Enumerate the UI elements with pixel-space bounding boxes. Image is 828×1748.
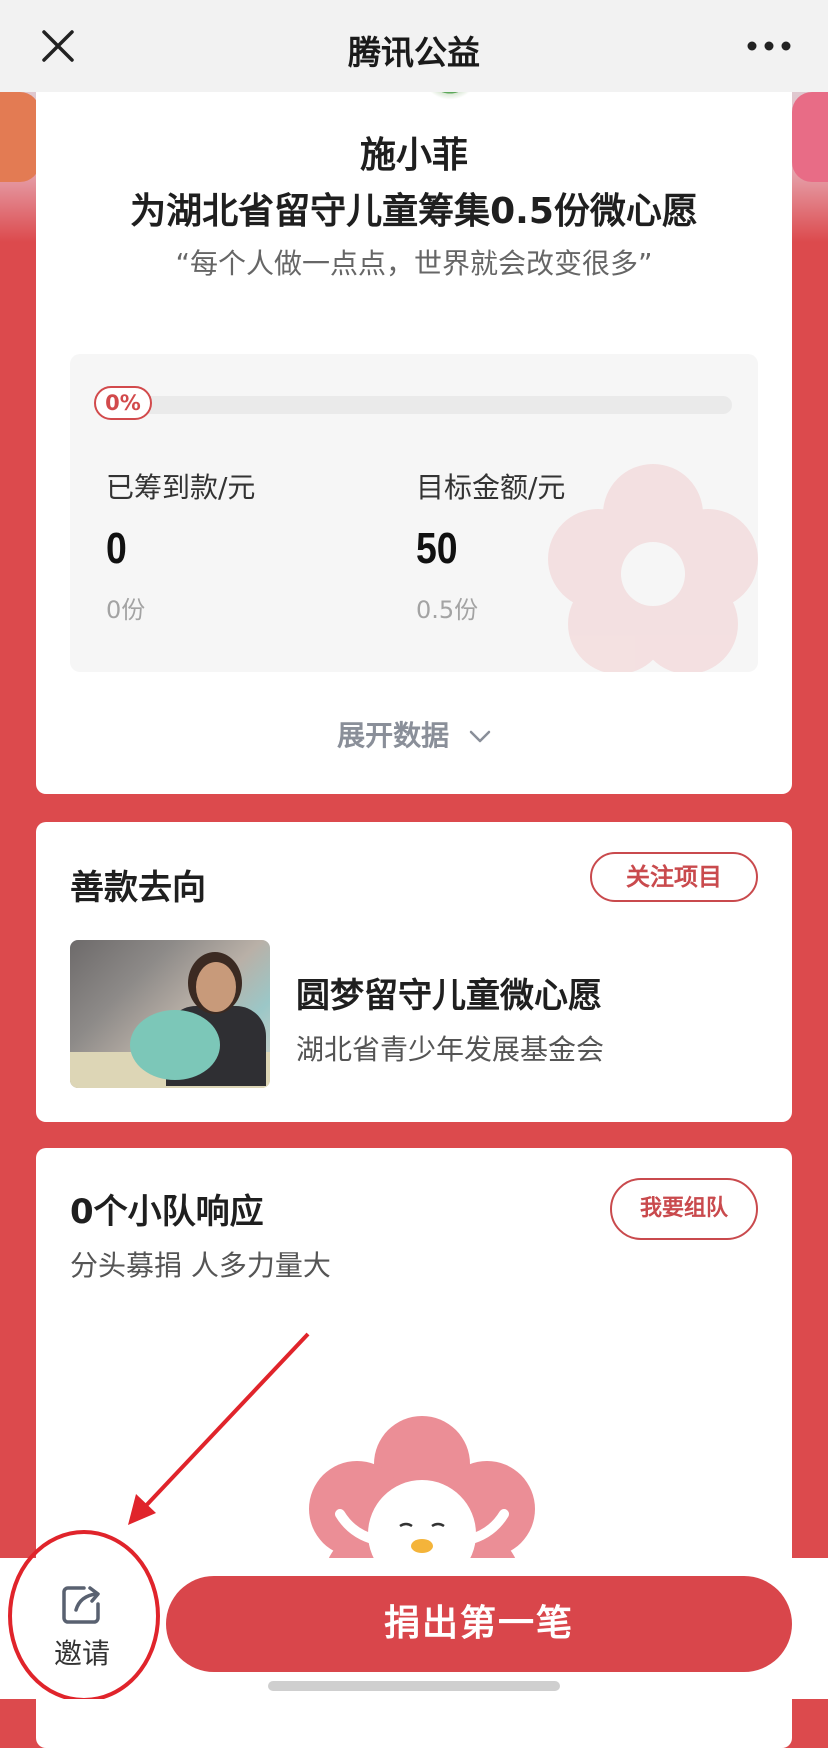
banner-decoration-left	[0, 92, 40, 182]
more-icon[interactable]	[744, 36, 794, 56]
banner-decoration-right	[792, 92, 828, 182]
progress-percent-badge: 0%	[94, 386, 152, 420]
bottom-action-bar: 邀请 捐出第一笔	[0, 1558, 828, 1699]
progress-track	[94, 396, 732, 414]
stats-panel: 0% 已筹到款/元 0 0份 目标金额/元 50 0.5份	[70, 354, 758, 672]
flower-decoration-icon	[548, 464, 758, 672]
donation-destination-card: 善款去向 关注项目 圆梦留守儿童微心愿 湖北省青少年发展基金会	[36, 822, 792, 1122]
target-amount: 50	[416, 524, 458, 573]
share-icon	[62, 1586, 100, 1624]
nav-bar: 腾讯公益	[0, 0, 828, 92]
target-label: 目标金额/元	[416, 471, 566, 504]
project-name[interactable]: 圆梦留守儿童微心愿	[296, 968, 602, 1017]
invite-button[interactable]: 邀请	[50, 1580, 114, 1672]
raised-label: 已筹到款/元	[106, 471, 256, 504]
campaign-card: 施小菲 为湖北省留守儿童筹集0.5份微心愿 “每个人做一点点，世界就会改变很多”…	[36, 92, 792, 794]
campaign-quote: “每个人做一点点，世界就会改变很多”	[175, 247, 653, 280]
invite-label: 邀请	[53, 1637, 110, 1670]
project-image[interactable]	[70, 940, 270, 1088]
raised-units: 0份	[106, 596, 146, 624]
expand-data-button[interactable]: 展开数据	[36, 714, 792, 754]
raised-amount: 0	[106, 524, 127, 573]
follow-project-button[interactable]: 关注项目	[590, 852, 758, 902]
donate-first-button[interactable]: 捐出第一笔	[166, 1576, 792, 1672]
target-units: 0.5份	[416, 596, 479, 624]
teams-subtitle: 分头募捐 人多力量大	[70, 1249, 331, 1282]
campaign-goal: 为湖北省留守儿童筹集0.5份微心愿	[130, 191, 698, 232]
project-organization: 湖北省青少年发展基金会	[296, 1033, 605, 1066]
chevron-down-icon	[469, 730, 491, 743]
avatar	[420, 92, 480, 100]
expand-data-label: 展开数据	[337, 719, 450, 752]
section-title-teams: 0个小队响应	[70, 1192, 264, 1232]
home-indicator	[268, 1681, 560, 1691]
section-title-destination: 善款去向	[70, 868, 206, 908]
join-team-button[interactable]: 我要组队	[610, 1178, 758, 1240]
fundraiser-name: 施小菲	[359, 135, 468, 176]
page-title: 腾讯公益	[348, 33, 480, 72]
